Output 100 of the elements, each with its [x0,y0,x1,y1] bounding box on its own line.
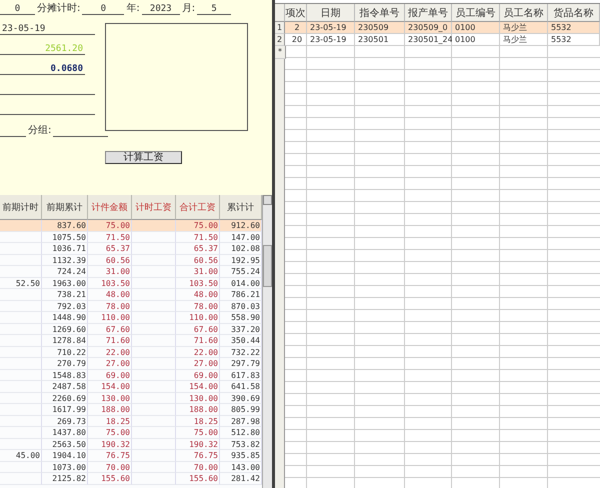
table-cell: 67.60 [88,324,132,335]
table-cell: 230509 [355,22,405,34]
table-cell [132,462,176,473]
table-cell [132,220,176,232]
table-cell [132,358,176,370]
table-cell: 48.00 [176,289,220,300]
new-row-marker[interactable]: * [275,46,286,59]
table-cell: 269.73 [42,416,88,427]
table-cell: 18.25 [176,416,220,427]
table-cell [132,335,176,346]
table-cell: 75.00 [176,220,220,232]
row-header[interactable]: 2 [275,34,285,46]
table-cell: 75.00 [88,220,132,232]
table-cell: 1963.00 [42,278,88,289]
table-cell: 60.56 [176,254,220,266]
table-cell: 1548.83 [42,370,88,381]
table-cell: 0100 [452,22,500,34]
table-cell: 110.00 [176,312,220,324]
table-cell: 1132.39 [42,254,88,266]
table-cell: 154.00 [88,381,132,392]
table-cell: 1617.99 [42,404,88,416]
input-field[interactable]: 0 [82,3,124,15]
rate-field[interactable]: 0.0680 [0,63,85,75]
column-header[interactable]: 合计工资 [176,195,220,220]
table-cell: 2 [285,22,307,34]
table-cell: 1075.50 [42,232,88,243]
table-cell: 71.50 [88,232,132,243]
table-cell: 23-05-19 [307,22,355,34]
memo-box[interactable] [105,23,248,131]
table-cell: 230501 [355,34,405,46]
table-cell: 1448.90 [42,312,88,324]
date-field[interactable]: 23-05-19 [0,23,95,35]
table-cell: 1269.60 [42,324,88,335]
table-cell: 27.00 [176,358,220,370]
table-cell: 69.00 [176,370,220,381]
field-label: 月: [180,2,196,15]
column-header[interactable]: 日期 [307,4,355,22]
table-cell: 5532 [548,34,600,46]
calculate-button[interactable]: 计算工资 [105,151,182,164]
table-cell: 马少兰 [500,34,548,46]
column-header[interactable]: 前期累计 [42,195,88,220]
column-header[interactable]: 员工名称 [500,4,548,22]
table-cell [132,450,176,462]
table-cell: 65.37 [88,243,132,254]
table-cell [132,346,176,358]
grid-corner [275,4,285,22]
table-cell: 2125.82 [42,473,88,484]
table-cell: 5532 [548,22,600,34]
table-cell: 155.60 [88,473,132,484]
table-cell: 27.00 [88,358,132,370]
table-cell: 270.79 [42,358,88,370]
column-header[interactable]: 前期计时 [0,195,42,220]
table-cell: 22.00 [88,346,132,358]
table-cell: 75.00 [176,427,220,438]
table-cell: 103.50 [88,278,132,289]
table-cell [132,404,176,416]
input-field[interactable]: 0 [0,3,35,15]
column-header[interactable]: 指令单号 [355,4,405,22]
table-cell: 马少兰 [500,22,548,34]
table-cell: 130.00 [88,392,132,404]
row-header[interactable]: 1 [275,22,285,34]
column-header[interactable]: 报产单号 [405,4,452,22]
table-cell: 230509_0 [405,22,452,34]
table-cell: 724.24 [42,266,88,278]
table-cell: 230501_24 [405,34,452,46]
table-cell: 75.00 [88,427,132,438]
table-cell: 70.00 [88,462,132,473]
table-cell [132,324,176,335]
table-cell [132,254,176,266]
field-label: 分摊计时: [36,2,82,15]
table-cell: 20 [285,34,307,46]
input-field[interactable]: 2023 [142,3,180,15]
table-cell: 0100 [452,34,500,46]
table-cell: 48.00 [88,289,132,300]
table-cell: 71.50 [176,232,220,243]
column-header[interactable]: 计时工资 [132,195,176,220]
table-cell: 22.00 [176,346,220,358]
table-cell [132,438,176,450]
column-header[interactable]: 货品名称 [548,4,600,22]
table-cell: 45.00 [0,450,42,462]
scrollbar[interactable] [262,195,272,488]
table-cell: 76.75 [88,450,132,462]
input-field[interactable]: 5 [197,3,232,15]
table-cell: 190.32 [176,438,220,450]
table-cell: 1278.84 [42,335,88,346]
table-cell [132,300,176,312]
group-label: 分组: [27,124,52,137]
table-cell [132,289,176,300]
table-cell: 52.50 [0,278,42,289]
table-cell: 837.60 [42,220,88,232]
table-cell [132,381,176,392]
table-cell [132,473,176,484]
column-header[interactable]: 员工编号 [452,4,500,22]
table-cell: 71.60 [176,335,220,346]
column-header[interactable]: 累计计 [220,195,262,220]
table-cell: 78.00 [88,300,132,312]
column-header[interactable]: 计件金额 [88,195,132,220]
table-cell: 1437.80 [42,427,88,438]
table-cell: 188.00 [176,404,220,416]
column-header[interactable]: 项次 [285,4,307,22]
